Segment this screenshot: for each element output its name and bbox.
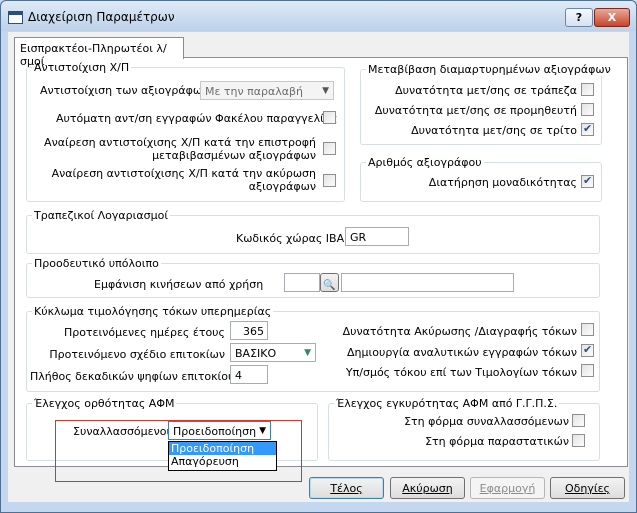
tab-label: Εισπρακτέοι-Πληρωτέοι λ/σμοί (20, 42, 167, 68)
transfer-third-label: Δυνατότητα μετ/σης σε τρίτο (411, 124, 577, 137)
cancel-interest-label: Δυνατότητα Ακύρωσης /Διαγραφής τόκων (342, 325, 577, 338)
apply-button[interactable]: Εφαρμογή (470, 477, 545, 499)
tab-receivables-payables[interactable]: Εισπρακτέοι-Πληρωτέοι λ/σμοί (14, 37, 184, 68)
cancel-button-label: Ακύρωση (402, 482, 453, 495)
match-select[interactable]: Με την παραλαβή ▼ (200, 81, 334, 100)
close-button[interactable]: X (594, 8, 630, 27)
partners-dropdown-list: Προειδοποίηση Απαγόρευση (168, 441, 277, 471)
days-input[interactable]: 365 (230, 321, 268, 340)
transfer-supplier-checkbox[interactable] (581, 103, 594, 116)
iban-country-input[interactable]: GR (345, 227, 409, 246)
group-bank-accounts-title: Τραπεζικοί Λογαριασμοί (32, 209, 171, 222)
help-instructions-button-label: Οδηγίες (565, 482, 610, 495)
gsis-partners-checkbox[interactable] (572, 414, 585, 427)
unique-checkbox[interactable] (581, 174, 594, 188)
scheme-select[interactable]: ΒΑΣΙΚΟ ▼ (230, 343, 316, 362)
undo-cancel-checkbox[interactable] (323, 174, 336, 187)
transfer-supplier-label: Δυνατότητα μετ/σης σε προμηθευτή (374, 104, 577, 117)
group-transfer-title: Μεταβίβαση διαμαρτυρημένων αξιογράφων (366, 63, 613, 76)
scheme-label: Προτεινόμενο σχέδιο επιτοκίων (49, 348, 225, 361)
decimals-label: Πλήθος δεκαδικών ψηφίων επιτοκίου (30, 370, 235, 383)
gsis-partners-label: Στη φόρμα συναλλασσόμενων (404, 415, 569, 428)
auto-match-checkbox[interactable] (323, 111, 336, 124)
group-gsis-validation (328, 403, 600, 461)
undo-cancel-label-line1: Αναίρεση αντιστοίχισης Χ/Π κατά την ακύρ… (51, 167, 316, 180)
help-button[interactable]: ? (565, 8, 593, 27)
chevron-down-icon: ▼ (259, 426, 266, 436)
chevron-down-icon: ▼ (304, 348, 311, 358)
apply-button-label: Εφαρμογή (479, 482, 536, 495)
group-afm-validation-title: Έλεγχος ορθότητας ΑΦΜ (32, 397, 177, 410)
balance-year-description (341, 273, 514, 292)
match-label: Αντιστοίχιση των αξιογράφων (40, 84, 209, 97)
calc-interest-label: Υπ/σμός τόκου επί των Τιμολογίων τόκων (345, 366, 577, 379)
partners-label: Συναλλασσόμενοι (73, 425, 171, 438)
lookup-button[interactable]: 🔍 (320, 273, 339, 292)
decimals-input[interactable]: 4 (230, 365, 268, 384)
unique-label: Διατήρηση μοναδικότητας (428, 176, 577, 189)
partners-select-value: Προειδοποίηση (173, 425, 257, 438)
cancel-button[interactable]: Ακύρωση (390, 477, 465, 499)
balance-year-label: Εμφάνιση κινήσεων από χρήση (94, 278, 264, 291)
auto-match-label: Αυτόματη αντ/ση εγγραφών Φακέλου παραγγε… (56, 112, 338, 125)
window-title: Διαχείριση Παραμέτρων (28, 10, 175, 24)
balance-year-input[interactable] (284, 273, 320, 292)
help-instructions-button[interactable]: Οδηγίες (550, 477, 625, 499)
undo-cancel-label-line2: αξιογράφων (248, 180, 316, 193)
gsis-documents-checkbox[interactable] (572, 434, 585, 447)
group-progressive-balance-title: Προοδευτικό υπόλοιπο (32, 257, 161, 270)
analytic-entries-label: Δημιουργία αναλυτικών εγγραφών τόκων (347, 346, 577, 359)
scheme-select-value: ΒΑΣΙΚΟ (235, 347, 277, 360)
days-label: Προτεινόμενες ημέρες έτους (63, 326, 225, 339)
cancel-interest-checkbox[interactable] (581, 323, 594, 336)
chevron-down-icon: ▼ (322, 86, 329, 96)
dropdown-option-warning[interactable]: Προειδοποίηση (169, 442, 276, 455)
group-number-title: Αριθμός αξιογράφου (366, 156, 484, 169)
calc-interest-checkbox[interactable] (581, 364, 594, 377)
dropdown-option-forbid[interactable]: Απαγόρευση (169, 455, 276, 468)
gsis-documents-label: Στη φόρμα παραστατικών (425, 435, 569, 448)
undo-return-label-line2: μεταβιβασμένων αξιογράφων (152, 149, 316, 162)
undo-return-label-line1: Αναίρεση αντιστοίχισης Χ/Π κατά την επισ… (44, 136, 316, 149)
ok-button-label: Τέλος (330, 482, 363, 495)
transfer-bank-checkbox[interactable] (581, 83, 594, 96)
partners-select[interactable]: Προειδοποίηση ▼ (168, 421, 271, 440)
group-gsis-validation-title: Έλεγχος εγκυρότητας ΑΦΜ από Γ.Γ.Π.Σ. (334, 397, 560, 410)
group-interest-invoicing-title: Κύκλωμα τιμολόγησης τόκων υπερημερίας (32, 305, 274, 318)
search-icon: 🔍 (323, 280, 336, 291)
undo-return-checkbox[interactable] (323, 142, 336, 155)
transfer-bank-label: Δυνατότητα μετ/σης σε τράπεζα (395, 84, 577, 97)
app-icon (8, 11, 23, 24)
match-select-value: Με την παραλαβή (205, 85, 304, 98)
transfer-third-checkbox[interactable] (581, 122, 594, 136)
analytic-entries-checkbox[interactable] (581, 343, 594, 357)
ok-button[interactable]: Τέλος (309, 477, 384, 499)
iban-label: Κωδικός χώρας IBAN (236, 232, 353, 245)
